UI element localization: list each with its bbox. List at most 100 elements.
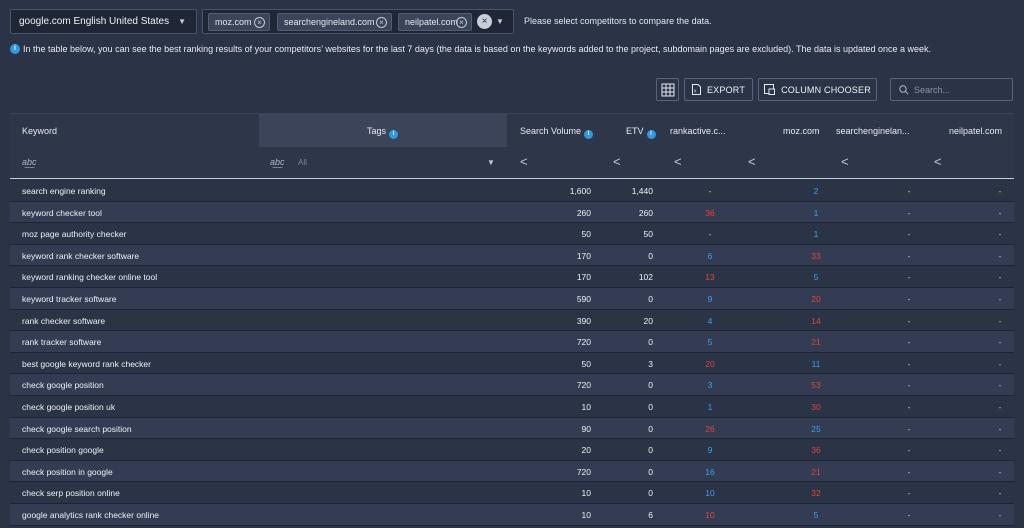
top-bar: google.com English United States ▼ moz.c…: [0, 0, 1024, 40]
header-searchengineland[interactable]: searchenginelan...: [836, 126, 910, 136]
etv-cell: 260: [638, 207, 653, 218]
info-text: In the table below, you can see the best…: [23, 44, 932, 54]
competitors-select[interactable]: moz.com × searchengineland.com × neilpat…: [202, 9, 514, 34]
data-table: Keyword Tags i Search Volume i ETV i rankac…: [10, 113, 1014, 528]
searchengineland-position-cell: -: [907, 250, 911, 261]
column-chooser-label: COLUMN CHOOSER: [781, 84, 871, 95]
table-row[interactable]: best google keyword rank checker 50 3 20 11 -…: [10, 352, 1014, 375]
moz-position-cell: 2: [813, 186, 819, 196]
moz-position-cell: 32: [811, 488, 821, 499]
tags-filter-select[interactable]: All: [298, 158, 307, 167]
table-row[interactable]: moz page authority checker 50 50 - 1 - -: [10, 223, 1014, 245]
neilpatel-position-cell: -: [998, 293, 1002, 304]
table-row[interactable]: rank checker software 390 20 4 14 - -: [10, 309, 1014, 332]
etv-cell: 0: [648, 380, 653, 391]
search-volume-cell: 10: [581, 509, 591, 520]
etv-cell: 0: [648, 488, 653, 499]
header-etv[interactable]: ETV i: [626, 126, 656, 139]
chevron-down-icon[interactable]: ▼: [496, 17, 504, 26]
rankactive-position-cell: 26: [705, 423, 715, 434]
keyword-cell: keyword tracker software: [22, 293, 117, 304]
clear-all-icon[interactable]: ×: [477, 14, 492, 29]
header-search-volume-label: Search Volume: [520, 126, 582, 136]
searchengineland-position-cell: -: [907, 380, 911, 391]
search-volume-cell: 1,600: [569, 186, 591, 196]
table-row[interactable]: check google position uk 10 0 1 30 - -: [10, 395, 1014, 418]
search-engine-select[interactable]: google.com English United States ▼: [10, 9, 197, 34]
searchengineland-position-cell: -: [907, 423, 911, 434]
column-chooser-button[interactable]: COLUMN CHOOSER: [758, 78, 877, 101]
search-input[interactable]: [914, 84, 1009, 95]
info-icon: i: [646, 130, 656, 139]
header-tags[interactable]: Tags i: [367, 126, 399, 139]
etv-cell: 102: [638, 272, 653, 283]
table-row[interactable]: check position google 20 0 9 36 - -: [10, 439, 1014, 461]
etv-cell: 50: [643, 229, 653, 240]
neilpatel-position-cell: -: [998, 401, 1002, 412]
table-row[interactable]: keyword ranking checker online tool 170 10…: [10, 266, 1014, 288]
etv-filter-icon[interactable]: <: [613, 154, 621, 169]
rankactive-position-cell: 9: [707, 445, 713, 456]
search-volume-cell: 720: [576, 380, 591, 391]
rankactive-position-cell: 4: [707, 315, 713, 326]
searchengineland-position-cell: -: [907, 272, 911, 283]
table-row[interactable]: keyword checker tool 260 260 36 1 - -: [10, 201, 1014, 224]
header-keyword[interactable]: Keyword: [22, 126, 57, 136]
table-row[interactable]: check google search position 90 0 26 25 - -: [10, 417, 1014, 440]
table-row[interactable]: search engine ranking 1,600 1,440 - 2 - -: [10, 180, 1014, 202]
table-settings-button[interactable]: [656, 78, 679, 101]
search-field[interactable]: [890, 78, 1013, 101]
rankactive-position-cell: 13: [705, 272, 715, 283]
search-volume-cell: 590: [576, 293, 591, 304]
keyword-cell: check google position uk: [22, 401, 116, 412]
moz-position-cell: 30: [811, 401, 821, 412]
searchengineland-filter-icon[interactable]: <: [841, 154, 849, 169]
table-row[interactable]: check google position 720 0 3 53 - -: [10, 374, 1014, 396]
neilpatel-position-cell: -: [998, 315, 1002, 326]
moz-position-cell: 36: [811, 445, 821, 456]
table-row[interactable]: check position in google 720 0 16 21 - -: [10, 460, 1014, 483]
close-icon[interactable]: ×: [456, 17, 467, 28]
rankactive-position-cell: 9: [707, 293, 713, 304]
info-icon: i: [10, 44, 20, 54]
close-icon[interactable]: ×: [376, 17, 387, 28]
search-engine-label: google.com English United States: [19, 16, 170, 27]
table-row[interactable]: check serp position online 10 0 10 32 - -: [10, 482, 1014, 504]
keyword-filter-icon[interactable]: a͟b͟c: [22, 157, 37, 167]
searchengineland-position-cell: -: [907, 207, 911, 218]
table-row[interactable]: keyword tracker software 590 0 9 20 - -: [10, 287, 1014, 310]
etv-cell: 0: [648, 423, 653, 434]
neilpatel-filter-icon[interactable]: <: [934, 154, 942, 169]
keyword-cell: rank checker software: [22, 315, 106, 326]
search-volume-filter-icon[interactable]: <: [520, 154, 528, 169]
neilpatel-position-cell: -: [998, 488, 1002, 499]
table-row[interactable]: keyword rank checker software 170 0 6 33 - -: [10, 244, 1014, 267]
table-row[interactable]: rank tracker software 720 0 5 21 - -: [10, 331, 1014, 353]
keyword-cell: check google position: [22, 380, 104, 391]
competitor-chip-label: moz.com: [215, 17, 252, 27]
header-neilpatel[interactable]: neilpatel.com: [949, 126, 1002, 136]
moz-position-cell: 5: [813, 509, 819, 520]
search-volume-cell: 390: [576, 315, 591, 326]
export-button[interactable]: x EXPORT: [684, 78, 753, 101]
table-row[interactable]: google analytics rank checker online 10 6 1…: [10, 503, 1014, 526]
competitor-chip: moz.com ×: [208, 13, 270, 31]
rankactive-position-cell: 10: [705, 509, 715, 520]
keyword-cell: check google search position: [22, 423, 132, 434]
chevron-down-icon[interactable]: ▼: [487, 158, 495, 167]
header-rankactive[interactable]: rankactive.c...: [670, 126, 726, 136]
searchengineland-position-cell: -: [907, 337, 911, 348]
moz-position-cell: 1: [813, 207, 819, 218]
searchengineland-position-cell: -: [907, 509, 911, 520]
info-icon: i: [389, 130, 399, 139]
tags-filter-icon[interactable]: a͟b͟c: [270, 157, 285, 167]
close-icon[interactable]: ×: [254, 17, 265, 28]
rankactive-filter-icon[interactable]: <: [674, 154, 682, 169]
neilpatel-position-cell: -: [998, 358, 1002, 369]
moz-filter-icon[interactable]: <: [748, 154, 756, 169]
neilpatel-position-cell: -: [998, 445, 1002, 456]
neilpatel-position-cell: -: [998, 380, 1002, 391]
header-moz[interactable]: moz.com: [783, 126, 820, 136]
header-search-volume[interactable]: Search Volume i: [520, 126, 594, 139]
search-volume-cell: 10: [581, 401, 591, 412]
